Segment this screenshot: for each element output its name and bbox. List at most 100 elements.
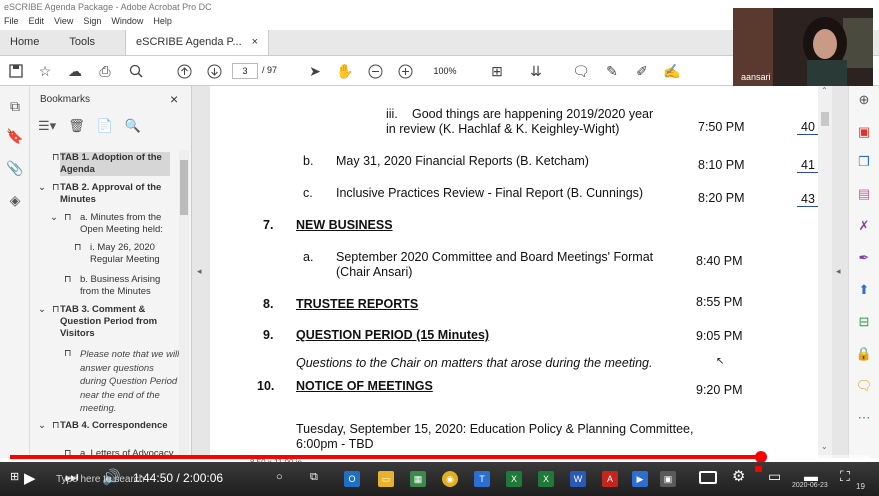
outlook-icon[interactable]: O: [344, 471, 360, 487]
more-tools-icon[interactable]: ⋯: [855, 410, 873, 428]
excel-icon[interactable]: X: [506, 471, 522, 487]
bookmark-item[interactable]: ⊓ i. May 26, 2020 Regular Meeting: [66, 242, 182, 268]
page-link[interactable]: 41: [797, 158, 818, 173]
pages-icon[interactable]: ⧉: [6, 98, 24, 116]
zoom-out-icon[interactable]: [366, 62, 384, 80]
tab-document[interactable]: eSCRIBE Agenda P... ×: [125, 30, 270, 55]
page-number-input[interactable]: 3: [232, 63, 258, 79]
scan-icon[interactable]: ⊟: [855, 314, 873, 332]
cortana-icon[interactable]: ○: [276, 471, 283, 483]
app-icon[interactable]: ▣: [660, 471, 676, 487]
tab-tools[interactable]: Tools: [59, 30, 105, 55]
app-icon[interactable]: ▦: [410, 471, 426, 487]
upload-cloud-icon[interactable]: ☁: [66, 62, 84, 80]
tools-pane: ⊕ ▣ ❐ ▤ ✗ ✒ ⬆ ⊟ 🔒 🗨 ⋯: [848, 86, 879, 458]
attachments-icon[interactable]: 📎: [6, 160, 24, 178]
scrollbar-thumb[interactable]: [180, 160, 188, 215]
new-bookmark-icon[interactable]: 📄: [97, 118, 113, 134]
edit-pdf-icon[interactable]: ✗: [855, 218, 873, 236]
print-icon[interactable]: ⎙: [96, 62, 114, 80]
export-pdf-icon[interactable]: ⬆: [855, 282, 873, 300]
menu-window[interactable]: Window: [111, 16, 143, 29]
excel-icon[interactable]: X: [538, 471, 554, 487]
taskbar-search-input[interactable]: Type here to search: [56, 474, 144, 485]
task-view-icon[interactable]: ⧉: [310, 471, 318, 484]
scroll-mode-icon[interactable]: ⇊: [527, 62, 545, 80]
layers-icon[interactable]: ◈: [6, 192, 24, 210]
word-icon[interactable]: W: [570, 471, 586, 487]
document-page: iii. Good things are happening 2019/2020…: [210, 86, 818, 458]
panel-splitter[interactable]: ◂: [192, 86, 210, 458]
bookmark-item[interactable]: ⊓ b. Business Arising from the Minutes: [42, 274, 182, 300]
bookmark-item[interactable]: ⌄ ⊓ TAB 4. Correspondence: [30, 420, 180, 446]
draw-icon[interactable]: ✐: [633, 62, 651, 80]
bookmark-star-icon[interactable]: ☆: [36, 62, 54, 80]
bookmarks-icon[interactable]: 🔖: [6, 128, 24, 146]
zoom-in-icon[interactable]: [396, 62, 414, 80]
hand-tool-icon[interactable]: ✋: [336, 62, 354, 80]
bookmarks-panel: Bookmarks × ☰▾ 🗑 📄 🔍 ⊓ TAB 1. Adoption o…: [30, 86, 192, 459]
file-explorer-icon[interactable]: ▭: [378, 471, 394, 487]
page-link[interactable]: 43: [797, 192, 818, 207]
bookmarks-scrollbar[interactable]: [179, 150, 189, 455]
chevron-down-icon[interactable]: ⌄: [38, 420, 46, 432]
menu-edit[interactable]: Edit: [29, 16, 45, 29]
stamp-icon[interactable]: ✍: [663, 62, 681, 80]
play-icon[interactable]: ▶: [24, 469, 36, 487]
captions-icon[interactable]: [699, 471, 717, 484]
miniplayer-icon[interactable]: ▭: [768, 468, 781, 485]
chevron-down-icon[interactable]: ⌄: [38, 182, 46, 194]
scroll-up-icon[interactable]: ⌃: [821, 86, 828, 95]
document-scrollbar[interactable]: ⌃ ⌄: [818, 86, 832, 458]
create-pdf-icon[interactable]: ▣: [855, 124, 873, 142]
menu-file[interactable]: File: [4, 16, 19, 29]
right-panel-splitter[interactable]: ◂: [832, 86, 848, 458]
select-cursor-icon[interactable]: ➤: [306, 62, 324, 80]
bookmark-item[interactable]: ⌄ ⊓ a. Minutes from the Open Meeting hel…: [42, 212, 182, 238]
save-icon[interactable]: [7, 62, 25, 80]
chevron-down-icon[interactable]: ⌄: [50, 212, 58, 224]
fullscreen-icon[interactable]: ⛶: [840, 468, 850, 485]
page-down-icon[interactable]: [205, 62, 223, 80]
close-icon[interactable]: ×: [170, 91, 178, 107]
zoom-tool-icon[interactable]: ⊕: [855, 92, 873, 110]
tab-home[interactable]: Home: [0, 30, 49, 55]
collapse-arrow-icon[interactable]: ◂: [197, 266, 202, 277]
menu-sign[interactable]: Sign: [83, 16, 101, 29]
scroll-down-icon[interactable]: ⌄: [821, 442, 828, 451]
comment-tool-icon[interactable]: 🗨: [855, 378, 873, 396]
chrome-icon[interactable]: ◉: [442, 471, 458, 487]
expand-arrow-icon[interactable]: ◂: [836, 266, 841, 277]
find-bookmark-icon[interactable]: 🔍: [125, 118, 141, 134]
settings-gear-icon[interactable]: ⚙: [732, 467, 745, 485]
fit-page-icon[interactable]: ⊞: [488, 62, 506, 80]
bookmark-item[interactable]: ⌄ ⊓ TAB 3. Comment & Question Period fro…: [30, 304, 180, 344]
video-progress-bar[interactable]: [10, 451, 870, 463]
combine-files-icon[interactable]: ❐: [855, 154, 873, 172]
zoom-select[interactable]: 100%: [423, 63, 467, 79]
tab-close-icon[interactable]: ×: [252, 36, 258, 49]
search-icon[interactable]: [127, 62, 145, 80]
acrobat-icon[interactable]: A: [602, 471, 618, 487]
scrollbar-thumb[interactable]: [821, 112, 829, 126]
comment-icon[interactable]: 🗨: [572, 62, 590, 80]
meeting-notice: Tuesday, September 15, 2020: Education P…: [296, 422, 694, 436]
windows-start-icon[interactable]: ⊞: [10, 470, 19, 483]
page-link[interactable]: 40: [797, 120, 818, 135]
zoom-app-icon[interactable]: ▶: [632, 471, 648, 487]
menu-help[interactable]: Help: [153, 16, 172, 29]
options-icon[interactable]: ☰▾: [38, 118, 56, 134]
chevron-down-icon[interactable]: ⌄: [38, 304, 46, 316]
organize-pages-icon[interactable]: ▤: [855, 186, 873, 204]
fill-sign-icon[interactable]: ✒: [855, 250, 873, 268]
bookmark-item[interactable]: ⌄ ⊓ TAB 2. Approval of the Minutes: [30, 182, 180, 208]
teams-icon[interactable]: T: [474, 471, 490, 487]
bookmark-item[interactable]: ⊓ Please note that we will answer questi…: [30, 348, 180, 414]
page-up-icon[interactable]: [175, 62, 193, 80]
protect-icon[interactable]: 🔒: [855, 346, 873, 364]
highlight-pen-icon[interactable]: ✎: [603, 62, 621, 80]
menu-view[interactable]: View: [54, 16, 73, 29]
delete-icon[interactable]: 🗑: [68, 118, 85, 134]
bookmark-item[interactable]: ⊓ TAB 1. Adoption of the Agenda: [30, 152, 180, 178]
section-number: 7.: [263, 218, 274, 232]
